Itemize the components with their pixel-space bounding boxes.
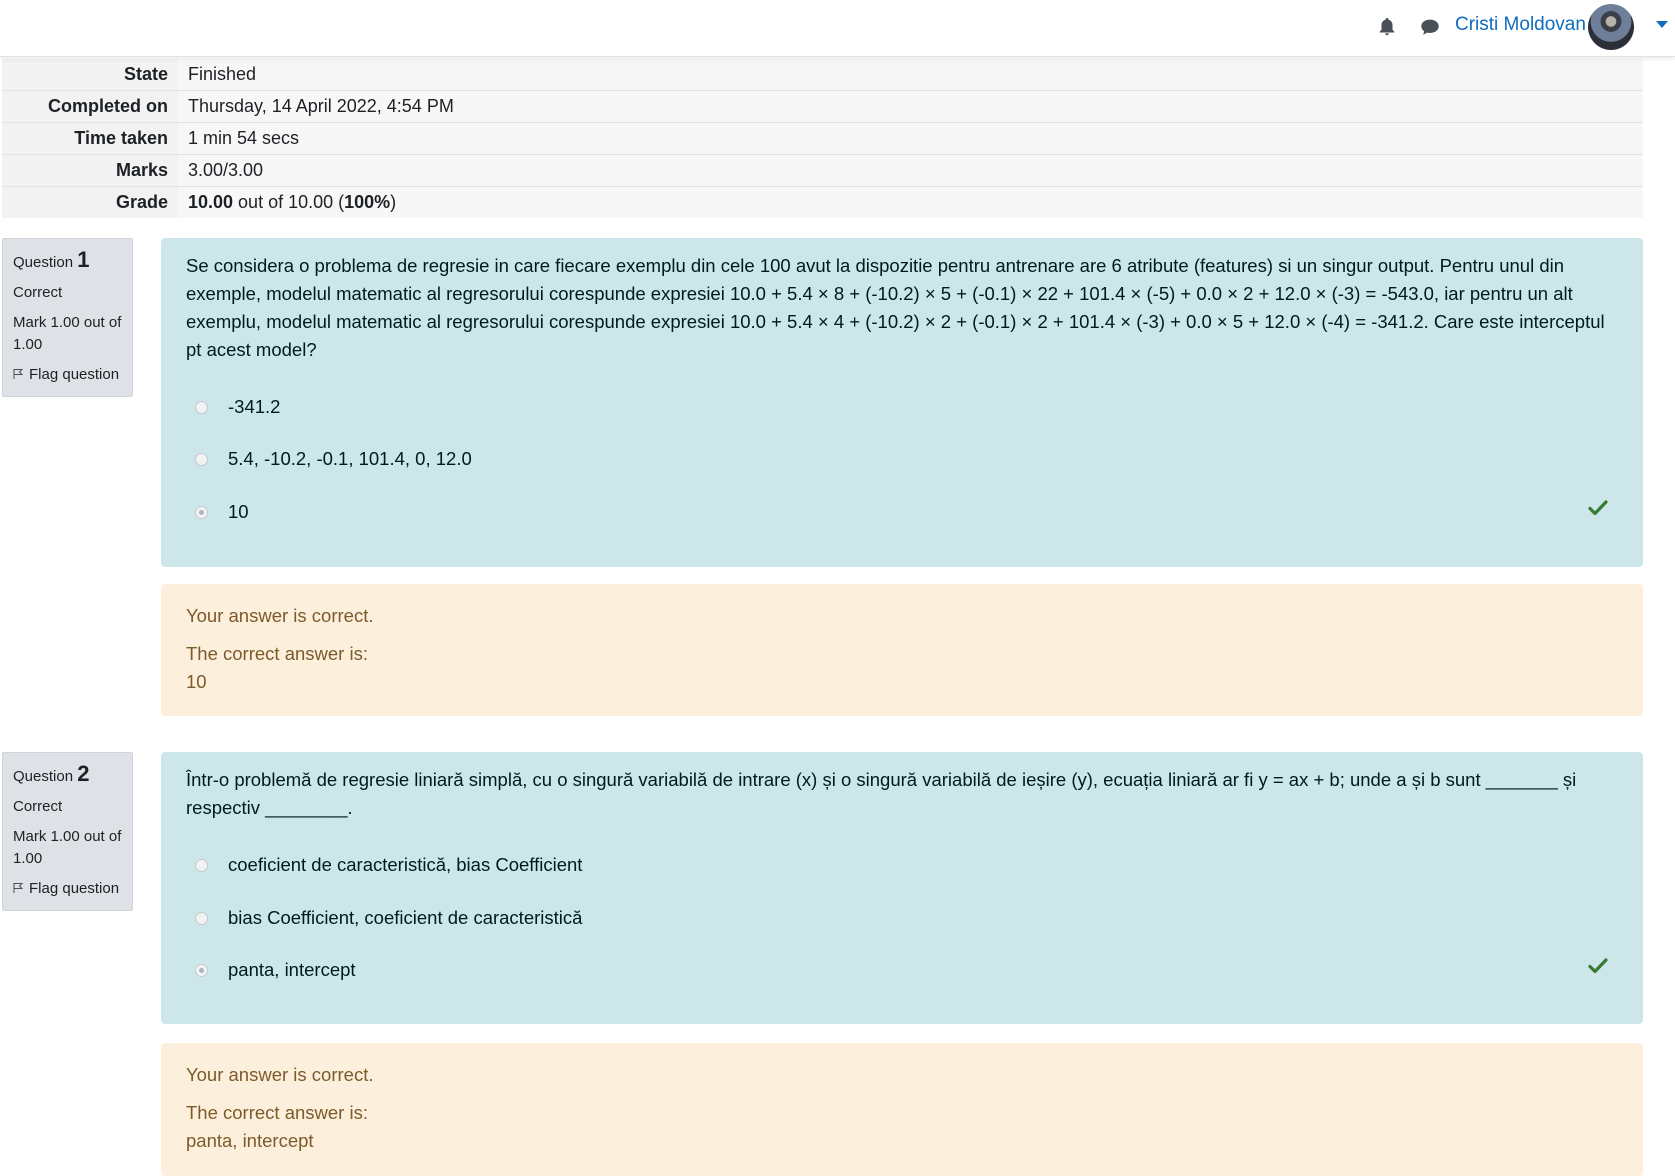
radio-button[interactable] xyxy=(195,911,208,925)
question-number: Question 2 xyxy=(13,763,122,788)
navbar: Cristi Moldovan xyxy=(0,0,1675,57)
summary-row-state: State Finished xyxy=(2,59,1643,91)
summary-value: 1 min 54 secs xyxy=(178,122,1643,155)
answer-option[interactable]: 5.4, -10.2, -0.1, 101.4, 0, 12.0 xyxy=(195,445,472,473)
answer-option[interactable]: coeficient de caracteristică, bias Coeff… xyxy=(195,851,582,879)
radio-button[interactable] xyxy=(195,452,208,466)
flag-question-link[interactable]: Flag question xyxy=(13,364,122,386)
question-text: Se considera o problema de regresie in c… xyxy=(186,255,1605,360)
question-formulation-2: Într-o problemă de regresie liniară simp… xyxy=(161,752,1643,1024)
message-icon[interactable] xyxy=(1419,16,1441,38)
correct-answer-label: The correct answer is: xyxy=(186,643,368,664)
question-number-value: 1 xyxy=(77,247,90,272)
question-label: Question xyxy=(13,254,74,271)
flag-question-label: Flag question xyxy=(29,880,120,897)
answer-option[interactable]: bias Coefficient, coeficient de caracter… xyxy=(195,904,582,932)
summary-value: Thursday, 14 April 2022, 4:54 PM xyxy=(178,90,1643,123)
question-number: Question 1 xyxy=(13,249,122,274)
answer-label: bias Coefficient, coeficient de caracter… xyxy=(228,907,583,928)
question-state: Correct xyxy=(13,284,63,301)
correct-answer-label: The correct answer is: xyxy=(186,1102,368,1123)
answer-label: 5.4, -10.2, -0.1, 101.4, 0, 12.0 xyxy=(228,448,472,469)
question-feedback-1: Your answer is correct. The correct answ… xyxy=(161,584,1643,716)
answer-label: -341.2 xyxy=(228,396,281,417)
summary-row-grade: Grade 10.00 out of 10.00 (100%) xyxy=(2,186,1643,218)
summary-row-marks: Marks 3.00/3.00 xyxy=(2,154,1643,187)
question-label: Question xyxy=(13,768,74,785)
attempt-summary-table: State Finished Completed on Thursday, 14… xyxy=(2,59,1643,218)
summary-label: State xyxy=(2,59,178,91)
summary-row-completed: Completed on Thursday, 14 April 2022, 4:… xyxy=(2,90,1643,123)
grade-percent: 100% xyxy=(344,192,391,212)
flag-icon xyxy=(13,883,24,893)
summary-value: 10.00 out of 10.00 (100%) xyxy=(178,186,1643,218)
question-feedback-2: Your answer is correct. The correct answ… xyxy=(161,1043,1643,1176)
checkmark-icon xyxy=(1588,958,1608,974)
answer-option-selected[interactable]: panta, intercept xyxy=(195,956,356,984)
correct-answer-value: 10 xyxy=(186,671,207,692)
question-number-value: 2 xyxy=(77,761,90,786)
question-text: Într-o problemă de regresie liniară simp… xyxy=(186,769,1577,818)
feedback-text: Your answer is correct. xyxy=(186,1064,374,1085)
answer-option[interactable]: -341.2 xyxy=(195,393,280,421)
bell-icon[interactable] xyxy=(1376,16,1398,38)
feedback-text: Your answer is correct. xyxy=(186,605,374,626)
grade-value: 10.00 xyxy=(188,192,234,212)
checkmark-icon xyxy=(1588,500,1608,516)
correct-answer-value: panta, intercept xyxy=(186,1130,314,1151)
radio-button-checked[interactable] xyxy=(195,505,208,519)
summary-value: Finished xyxy=(178,59,1643,91)
flag-icon xyxy=(13,369,24,379)
summary-label: Grade xyxy=(2,186,178,218)
answer-option-selected[interactable]: 10 xyxy=(195,498,249,526)
question-info-2: Question 2 Correct Mark 1.00 out of 1.00… xyxy=(2,752,133,911)
answer-label: coeficient de caracteristică, bias Coeff… xyxy=(228,854,583,875)
answer-label: panta, intercept xyxy=(228,959,356,980)
summary-label: Marks xyxy=(2,154,178,187)
chevron-down-icon[interactable] xyxy=(1656,21,1668,28)
question-state: Correct xyxy=(13,798,63,815)
flag-question-link[interactable]: Flag question xyxy=(13,878,122,900)
answer-label: 10 xyxy=(228,501,249,522)
avatar[interactable] xyxy=(1588,4,1634,50)
radio-button-checked[interactable] xyxy=(195,963,208,977)
radio-button[interactable] xyxy=(195,858,208,872)
user-name[interactable]: Cristi Moldovan xyxy=(1455,14,1586,36)
flag-question-label: Flag question xyxy=(29,366,120,383)
question-info-1: Question 1 Correct Mark 1.00 out of 1.00… xyxy=(2,238,133,397)
radio-button[interactable] xyxy=(195,400,208,414)
summary-label: Time taken xyxy=(2,122,178,155)
question-mark: Mark 1.00 out of 1.00 xyxy=(13,828,122,867)
question-formulation-1: Se considera o problema de regresie in c… xyxy=(161,238,1643,567)
summary-row-time: Time taken 1 min 54 secs xyxy=(2,122,1643,155)
grade-close: ) xyxy=(390,192,397,212)
grade-out-of: out of 10.00 ( xyxy=(233,192,345,212)
question-mark: Mark 1.00 out of 1.00 xyxy=(13,314,122,353)
summary-value: 3.00/3.00 xyxy=(178,154,1643,187)
summary-label: Completed on xyxy=(2,90,178,123)
